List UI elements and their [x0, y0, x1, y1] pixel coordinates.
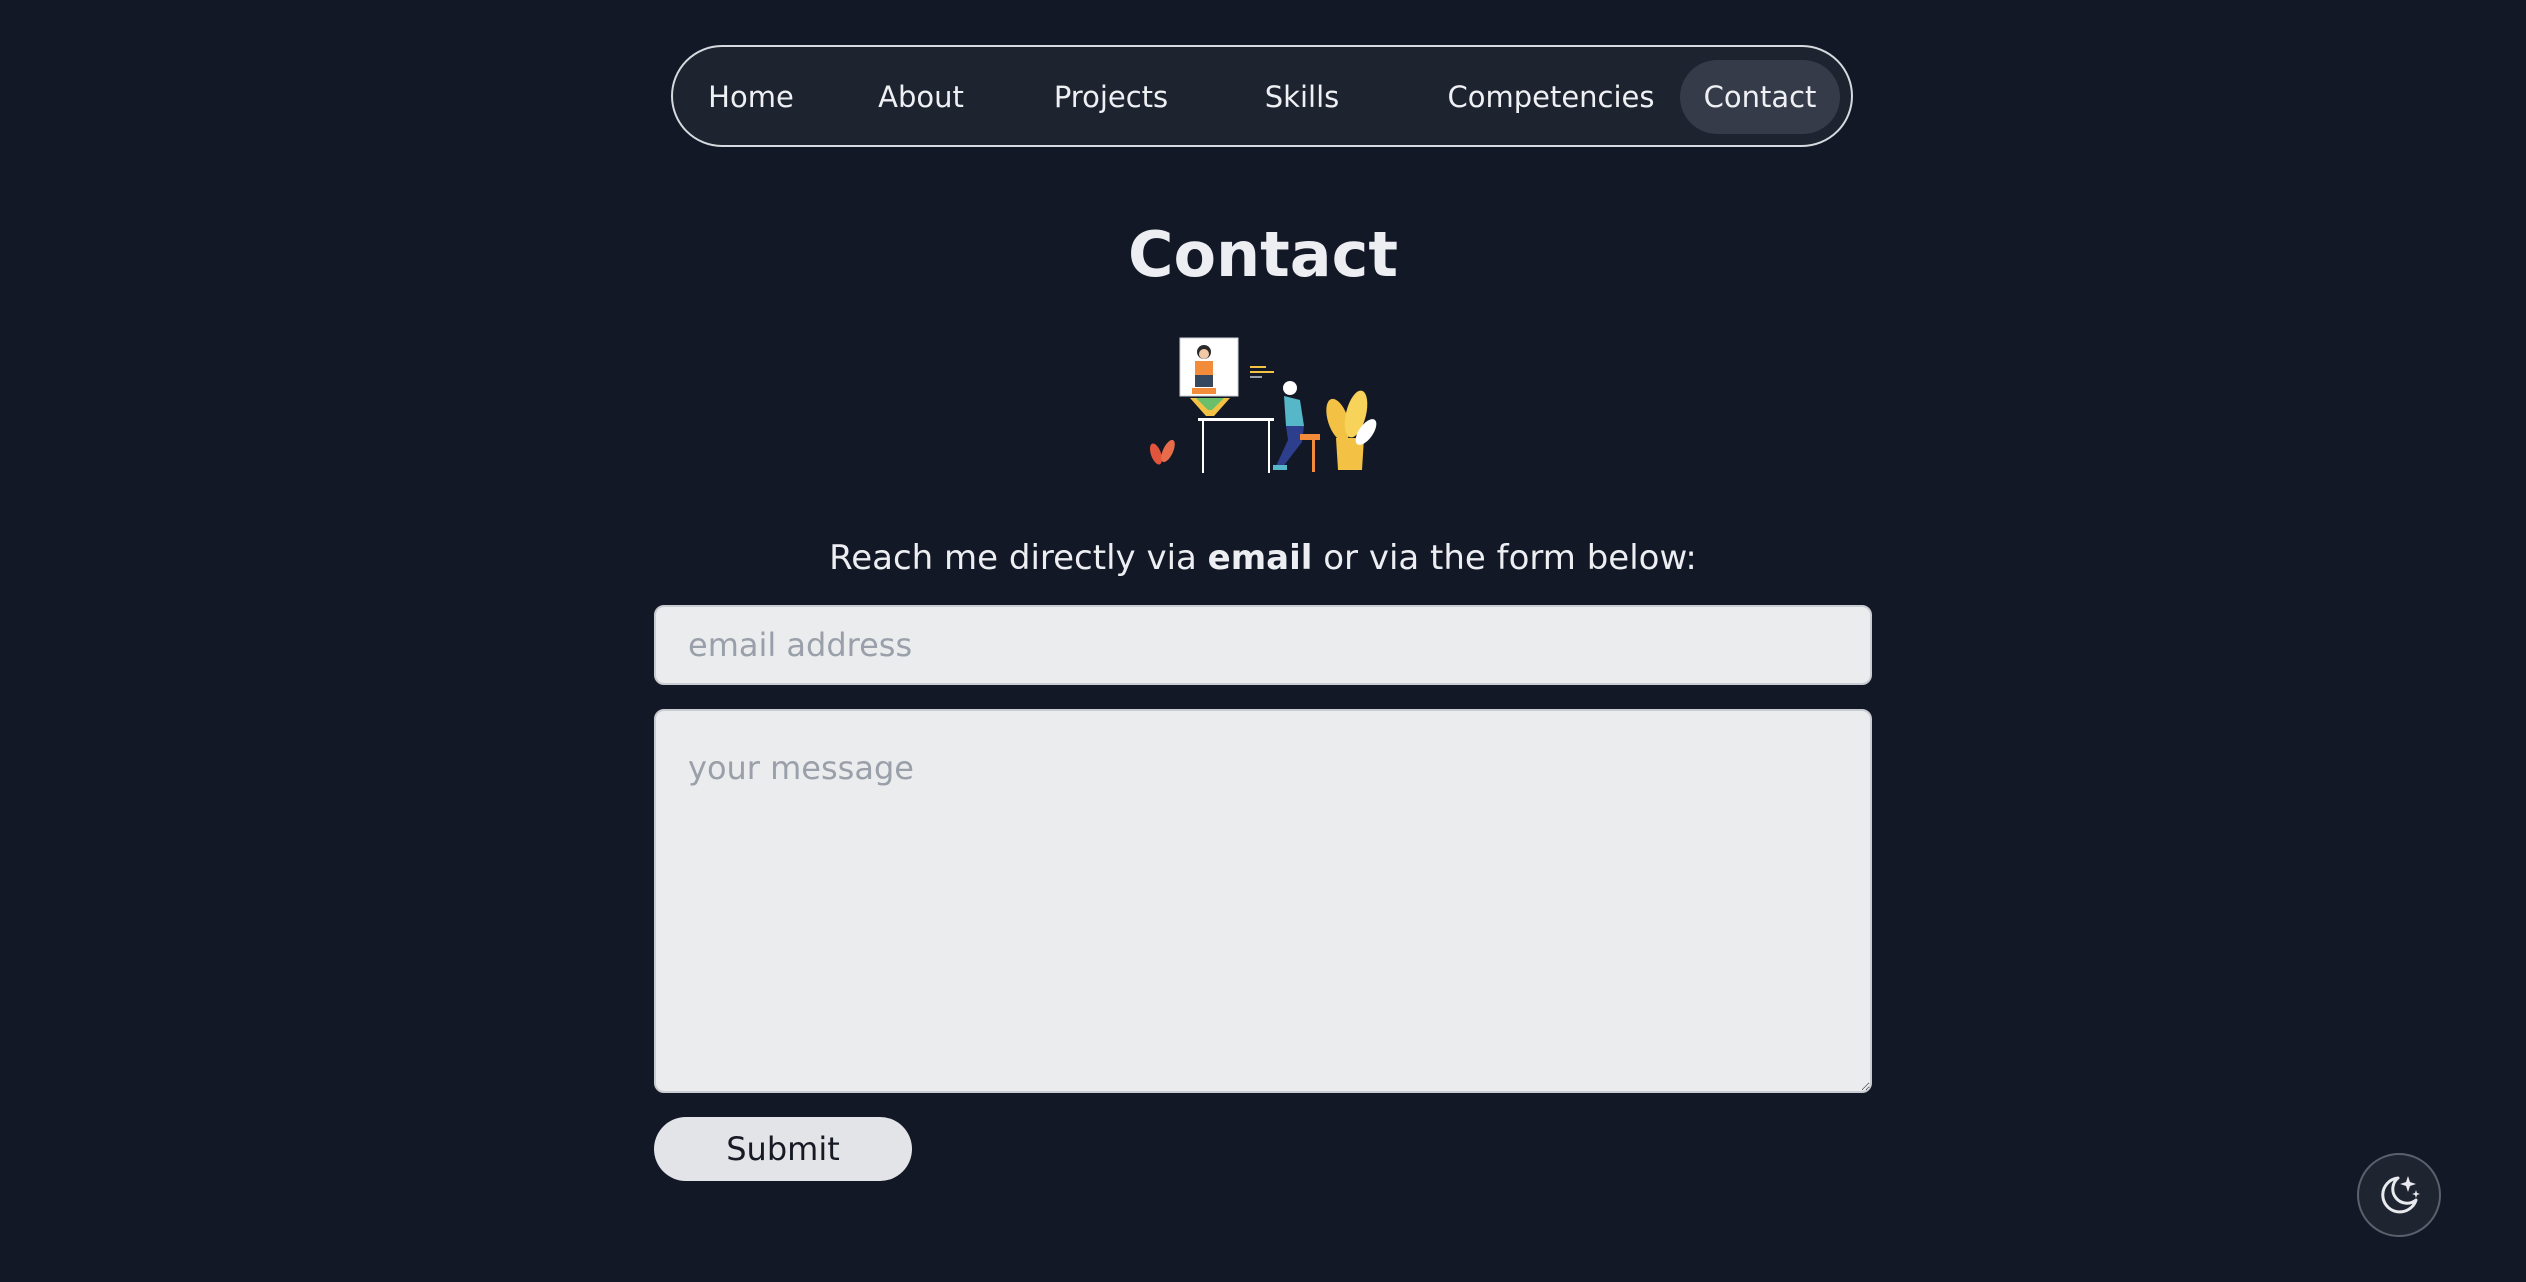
- nav-item-projects[interactable]: Projects: [1041, 60, 1181, 134]
- page: Home About Projects Skills Competencies …: [0, 0, 2526, 1282]
- intro-suffix: or via the form below:: [1312, 538, 1697, 578]
- nav-item-about[interactable]: About: [871, 60, 971, 134]
- theme-toggle-button[interactable]: [2357, 1153, 2441, 1237]
- nav-item-skills[interactable]: Skills: [1250, 60, 1354, 134]
- page-title: Contact: [1127, 218, 1399, 291]
- message-field[interactable]: [654, 709, 1872, 1093]
- email-link[interactable]: email: [1208, 538, 1313, 578]
- submit-button[interactable]: Submit: [654, 1117, 912, 1181]
- contact-illustration: [1149, 337, 1377, 473]
- main-nav: Home About Projects Skills Competencies …: [671, 45, 1853, 147]
- nav-item-home[interactable]: Home: [703, 60, 799, 134]
- nav-item-contact[interactable]: Contact: [1680, 60, 1840, 134]
- moon-stars-icon: [2381, 1176, 2420, 1214]
- nav-item-competencies[interactable]: Competencies: [1411, 60, 1691, 134]
- contact-intro: Reach me directly via email or via the f…: [0, 538, 2526, 578]
- intro-prefix: Reach me directly via: [829, 538, 1208, 578]
- email-field[interactable]: [654, 605, 1872, 685]
